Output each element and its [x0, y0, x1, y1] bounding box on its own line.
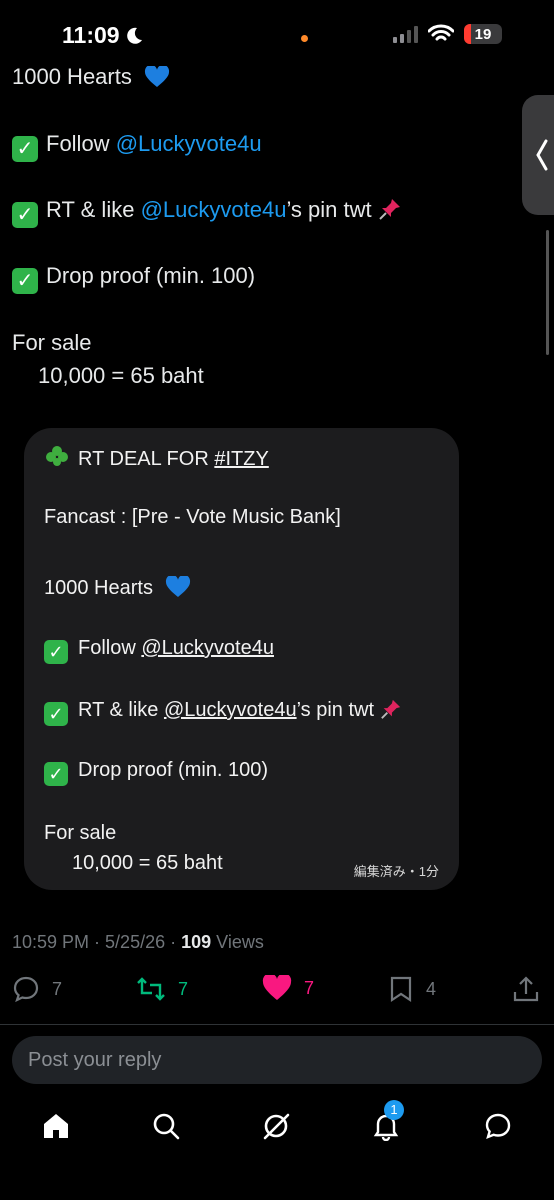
pushpin-icon	[379, 199, 400, 220]
card-for-sale: For sale	[44, 822, 117, 844]
edited-label: 編集済み・1分	[353, 864, 439, 879]
moon-icon	[126, 27, 142, 44]
tweet-hearts-line: 1000 Hearts	[12, 64, 170, 90]
search-icon	[153, 1113, 180, 1140]
pushpin-icon	[380, 699, 400, 719]
check-icon: ✓	[44, 762, 68, 786]
notification-badge: 1	[384, 1100, 404, 1120]
card-fancast: Fancast : [Pre - Vote Music Bank]	[44, 506, 341, 528]
status-time: 11:09	[62, 22, 144, 49]
wifi-icon	[428, 24, 454, 41]
card-price: 10,000 = 65 baht	[72, 852, 223, 874]
reply-icon	[13, 976, 39, 1003]
repost-icon	[137, 977, 165, 1001]
card-follow-line: ✓ Follow @Luckyvote4u	[44, 637, 274, 664]
tweet-meta: 10:59 PM · 5/25/26 · 109 Views	[12, 932, 264, 952]
check-icon: ✓	[12, 202, 38, 228]
card-title: RT DEAL FOR #ITZY	[44, 444, 269, 471]
reply-input[interactable]	[12, 1036, 542, 1084]
tweet-image-card[interactable]: RT DEAL FOR #ITZY Fancast : [Pre - Vote …	[24, 428, 459, 890]
side-panel-handle[interactable]	[522, 95, 554, 215]
home-icon	[44, 1114, 68, 1138]
card-hearts-line: 1000 Hearts	[44, 576, 191, 600]
nav-messages[interactable]	[478, 1106, 518, 1146]
like-button[interactable]: 7	[262, 975, 314, 1001]
nav-notifications[interactable]: 1	[366, 1100, 406, 1146]
views-count: 109	[181, 932, 212, 952]
messages-icon	[485, 1113, 511, 1140]
bookmark-button[interactable]: 4	[388, 975, 436, 1003]
nav-home[interactable]	[36, 1106, 76, 1146]
tweet-datetime[interactable]: 10:59 PM · 5/25/26 ·	[12, 932, 181, 952]
tweet-follow-line: ✓ Follow @Luckyvote4u	[12, 131, 262, 162]
tweet-for-sale: For sale	[12, 330, 92, 355]
chevron-left-icon	[536, 139, 548, 171]
clover-icon	[46, 446, 68, 466]
divider	[0, 1024, 554, 1025]
tweet-price: 10,000 = 65 baht	[38, 363, 204, 388]
signal-icon	[393, 25, 418, 43]
status-icons: 19	[393, 24, 502, 44]
reply-box	[12, 1036, 542, 1084]
tweet-rt-line: ✓ RT & like @Luckyvote4u’s pin twt	[12, 197, 402, 228]
reply-button[interactable]: 7	[12, 975, 62, 1003]
tweet-drop-proof-line: ✓ Drop proof (min. 100)	[12, 263, 255, 294]
repost-button[interactable]: 7	[136, 975, 188, 1003]
heart-icon	[262, 975, 292, 1000]
blue-heart-icon	[144, 66, 169, 87]
grok-icon	[263, 1113, 290, 1140]
check-icon: ✓	[44, 702, 68, 726]
scrollbar[interactable]	[546, 230, 549, 355]
mention-link[interactable]: @Luckyvote4u	[141, 197, 287, 222]
share-icon	[513, 976, 539, 1002]
battery-icon: 19	[464, 24, 502, 44]
check-icon: ✓	[12, 136, 38, 162]
nav-search[interactable]	[146, 1106, 186, 1146]
blue-heart-icon	[165, 576, 190, 597]
card-drop-proof-line: ✓ Drop proof (min. 100)	[44, 759, 268, 786]
check-icon: ✓	[44, 640, 68, 664]
check-icon: ✓	[12, 268, 38, 294]
mention-link[interactable]: @Luckyvote4u	[116, 131, 262, 156]
privacy-indicator	[301, 35, 308, 42]
bookmark-icon	[390, 976, 412, 1003]
share-button[interactable]	[512, 975, 540, 1003]
nav-grok[interactable]	[256, 1106, 296, 1146]
card-rt-line: ✓ RT & like @Luckyvote4u’s pin twt	[44, 698, 402, 726]
